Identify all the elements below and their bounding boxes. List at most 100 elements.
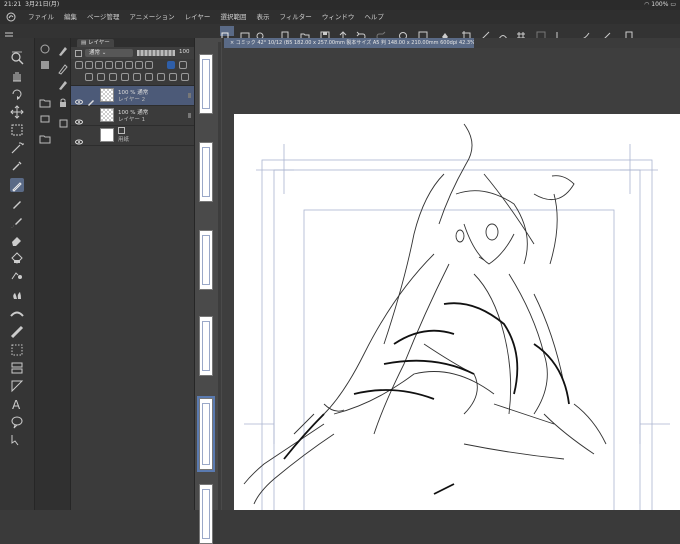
menu-item[interactable]: ページ管理 — [87, 10, 119, 24]
subtool-gpen-icon[interactable] — [57, 76, 69, 90]
wand-icon[interactable] — [10, 140, 24, 154]
clear-icon[interactable] — [398, 26, 408, 40]
page-thumbnail[interactable] — [199, 142, 213, 202]
subtool-brush-icon[interactable] — [39, 56, 51, 69]
canvas-paper[interactable] — [234, 114, 680, 541]
eraser-icon[interactable] — [10, 232, 24, 246]
lock-transparent-icon[interactable] — [115, 61, 123, 69]
ruler-icon[interactable] — [10, 324, 24, 339]
move-icon[interactable] — [10, 104, 24, 119]
frame-icon[interactable] — [10, 342, 24, 356]
pencil-icon[interactable] — [10, 196, 24, 210]
open-file-icon[interactable] — [300, 26, 310, 40]
new-folder-icon[interactable] — [109, 73, 117, 81]
selection-icon[interactable] — [10, 122, 24, 136]
export-icon[interactable] — [338, 26, 348, 41]
canvas-area[interactable]: × コミック 42° 10/12 (B5 182.00 x 257.00mm 製… — [222, 38, 680, 541]
layer-handle[interactable] — [188, 113, 191, 118]
apply-mask-icon[interactable] — [157, 73, 165, 81]
crop-icon[interactable] — [462, 26, 472, 41]
layer-row[interactable]: 100 % 通常 レイヤー 1 — [71, 106, 195, 126]
eyedropper-icon[interactable] — [10, 158, 24, 172]
subtool-duplicate-icon[interactable] — [57, 114, 69, 128]
fill-selection-icon[interactable] — [440, 26, 450, 40]
reference-icon[interactable] — [85, 61, 93, 69]
draft-icon[interactable] — [95, 61, 103, 69]
palette-color-icon[interactable] — [75, 50, 82, 57]
hamburger-menu-icon[interactable] — [4, 26, 14, 40]
new-raster-layer-icon[interactable] — [85, 73, 93, 81]
menu-item[interactable]: 表示 — [256, 10, 269, 24]
snap-special-ruler-icon[interactable] — [498, 26, 508, 40]
layer-handle[interactable] — [188, 93, 191, 98]
lock-icon[interactable] — [105, 61, 113, 69]
hand-icon[interactable] — [10, 68, 24, 82]
subtool-marker-icon[interactable] — [57, 60, 69, 75]
page-thumbnail-selected[interactable] — [197, 396, 215, 472]
transfer-down-icon[interactable] — [121, 73, 129, 81]
palette-handle-icon[interactable] — [8, 40, 26, 53]
new-vector-layer-icon[interactable] — [97, 73, 105, 81]
menu-item[interactable]: レイヤー — [185, 10, 211, 24]
menu-item[interactable]: 選択範囲 — [220, 10, 246, 24]
redo-icon[interactable] — [376, 26, 386, 40]
eye-icon[interactable] — [75, 111, 83, 125]
layer-color-swatch-icon[interactable] — [167, 61, 175, 69]
delete-layer-icon[interactable] — [181, 73, 189, 81]
opacity-slider[interactable] — [137, 50, 175, 56]
pen-icon[interactable] — [10, 178, 24, 192]
text-icon[interactable]: A — [10, 396, 24, 412]
mask-layer-icon[interactable] — [145, 73, 153, 81]
edit-icon[interactable] — [624, 26, 634, 41]
figure-icon[interactable] — [10, 306, 24, 320]
menu-item[interactable]: ウィンドウ — [322, 10, 355, 24]
ruler-layer-icon[interactable] — [135, 61, 143, 69]
undo-icon[interactable] — [356, 26, 366, 40]
balloon-icon[interactable] — [10, 414, 24, 429]
page-thumbnail[interactable] — [199, 316, 213, 376]
brush-icon[interactable] — [10, 214, 24, 228]
correct-line-icon[interactable] — [10, 432, 24, 446]
blend-icon[interactable] — [10, 286, 24, 300]
subtool-layer-icon[interactable] — [39, 110, 51, 123]
subtool-grip-icon[interactable] — [39, 40, 51, 54]
menu-item[interactable]: アニメーション — [129, 10, 174, 24]
pressure-icon[interactable] — [556, 26, 566, 41]
new-file-icon[interactable] — [280, 26, 290, 41]
eye-icon[interactable] — [75, 91, 83, 105]
quick-access-icon[interactable] — [220, 26, 234, 40]
navigator-icon[interactable] — [255, 26, 265, 40]
rotate-icon[interactable] — [10, 86, 24, 100]
save-icon[interactable] — [320, 26, 330, 41]
document-tab[interactable]: × コミック 42° 10/12 (B5 182.00 x 257.00mm 製… — [224, 38, 474, 48]
merge-down-icon[interactable] — [133, 73, 141, 81]
snap-grid-icon[interactable] — [516, 26, 526, 40]
mask-icon[interactable] — [125, 61, 133, 69]
strip-scrollbar[interactable] — [218, 42, 221, 510]
clip-icon[interactable] — [75, 61, 83, 69]
layer-select-icon[interactable] — [10, 360, 24, 374]
eye-icon[interactable] — [75, 131, 83, 145]
show-ruler-icon[interactable] — [536, 26, 546, 41]
fill-icon[interactable] — [10, 250, 24, 264]
menu-item[interactable]: ヘルプ — [364, 10, 384, 24]
layer-menu-icon[interactable] — [179, 61, 187, 69]
snap-ruler-icon[interactable] — [480, 26, 490, 41]
menu-item[interactable]: フィルター — [279, 10, 311, 24]
layer-color-icon[interactable] — [145, 61, 153, 69]
menu-item[interactable]: ファイル — [28, 10, 54, 24]
page-thumbnail[interactable] — [199, 230, 213, 290]
page-thumbnail[interactable] — [199, 54, 213, 114]
subtool-folder-icon[interactable] — [39, 94, 51, 108]
gradient-icon[interactable] — [10, 268, 24, 282]
blend-mode-select[interactable]: 通常 ⌄ — [85, 49, 133, 57]
magnifier-icon[interactable] — [10, 50, 24, 65]
page-thumbnail[interactable] — [199, 484, 213, 544]
subtool-pen-icon[interactable] — [57, 42, 69, 56]
triangle-icon[interactable] — [10, 378, 24, 393]
app-logo-icon[interactable] — [6, 12, 16, 22]
subtool-folder2-icon[interactable] — [39, 130, 51, 144]
stabilizer-icon[interactable] — [602, 26, 612, 41]
menu-item[interactable]: 編集 — [64, 10, 77, 24]
tool-property-icon[interactable] — [240, 26, 250, 40]
